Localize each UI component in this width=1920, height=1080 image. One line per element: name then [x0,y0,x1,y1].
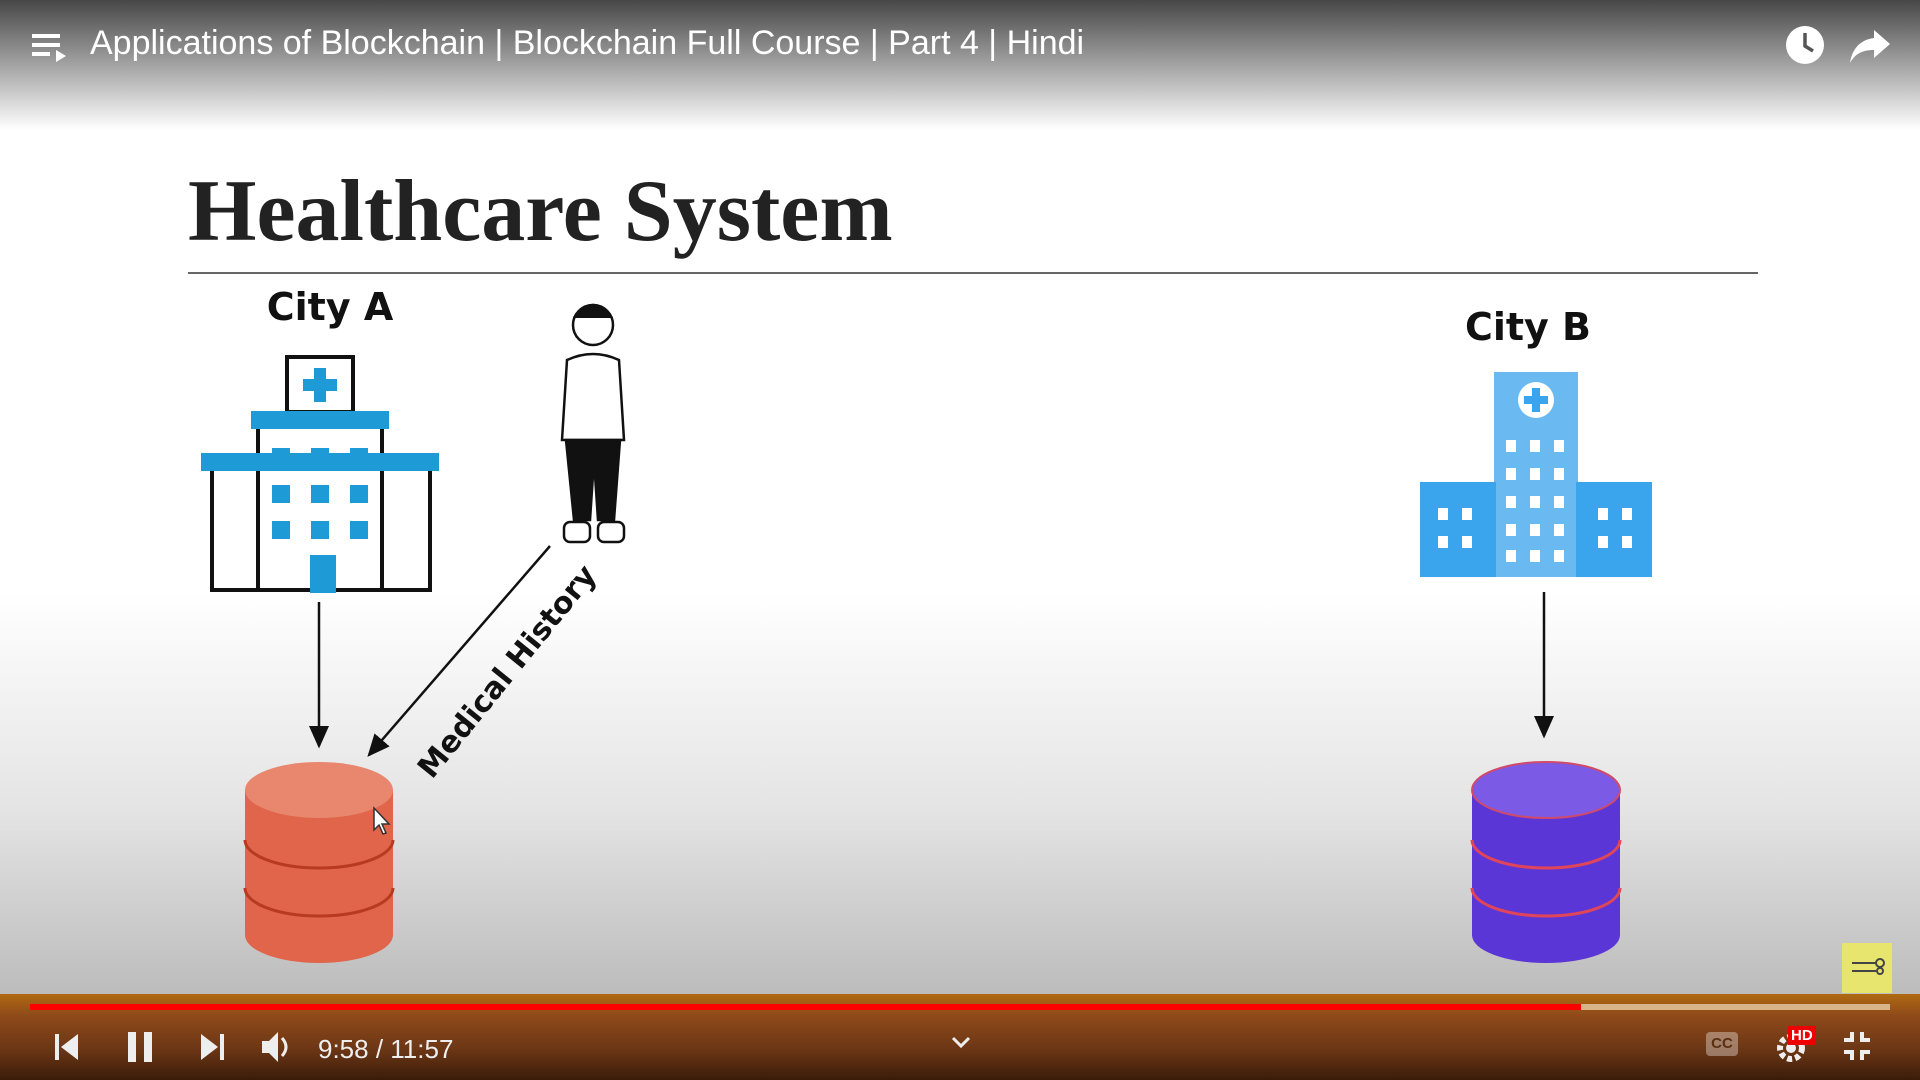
exit-fullscreen-icon[interactable] [1840,1024,1874,1068]
database-b-icon [1470,761,1622,963]
time-separator: / [368,1034,391,1064]
previous-button[interactable] [52,1024,82,1068]
time-display: 9:58 / 11:57 [318,1034,453,1065]
city-b-label: City B [1465,305,1591,349]
pause-button[interactable] [126,1024,156,1068]
annotation-overlay[interactable] [1842,943,1892,993]
watch-later-icon[interactable] [1784,24,1826,66]
playlist-icon[interactable] [32,30,72,64]
city-a-label: City A [267,285,394,329]
video-title[interactable]: Applications of Blockchain | Blockchain … [90,24,1084,63]
volume-icon[interactable] [260,1024,294,1068]
player-top-bar: Applications of Blockchain | Blockchain … [0,0,1920,130]
share-icon[interactable] [1848,26,1892,66]
hospital-a-icon [201,355,439,593]
chevron-down-icon[interactable] [950,1024,972,1068]
next-button[interactable] [198,1024,228,1068]
key-icon [1852,958,1885,975]
player-controls: 9:58 / 11:57 CC HD [0,994,1920,1080]
duration: 11:57 [390,1034,454,1064]
video-frame: Healthcare System City A City B Medical … [188,163,1758,963]
database-a-icon [243,762,395,963]
progress-played [30,1004,1582,1010]
slide-heading: Healthcare System [188,163,893,260]
patient-figure [560,303,626,544]
captions-button[interactable]: CC [1706,1032,1738,1056]
progress-bar[interactable] [30,1004,1890,1010]
hospital-b-icon [1420,372,1652,577]
hd-badge: HD [1788,1026,1816,1045]
video-player[interactable]: Healthcare System City A City B Medical … [0,0,1920,1080]
current-time: 9:58 [318,1034,369,1064]
